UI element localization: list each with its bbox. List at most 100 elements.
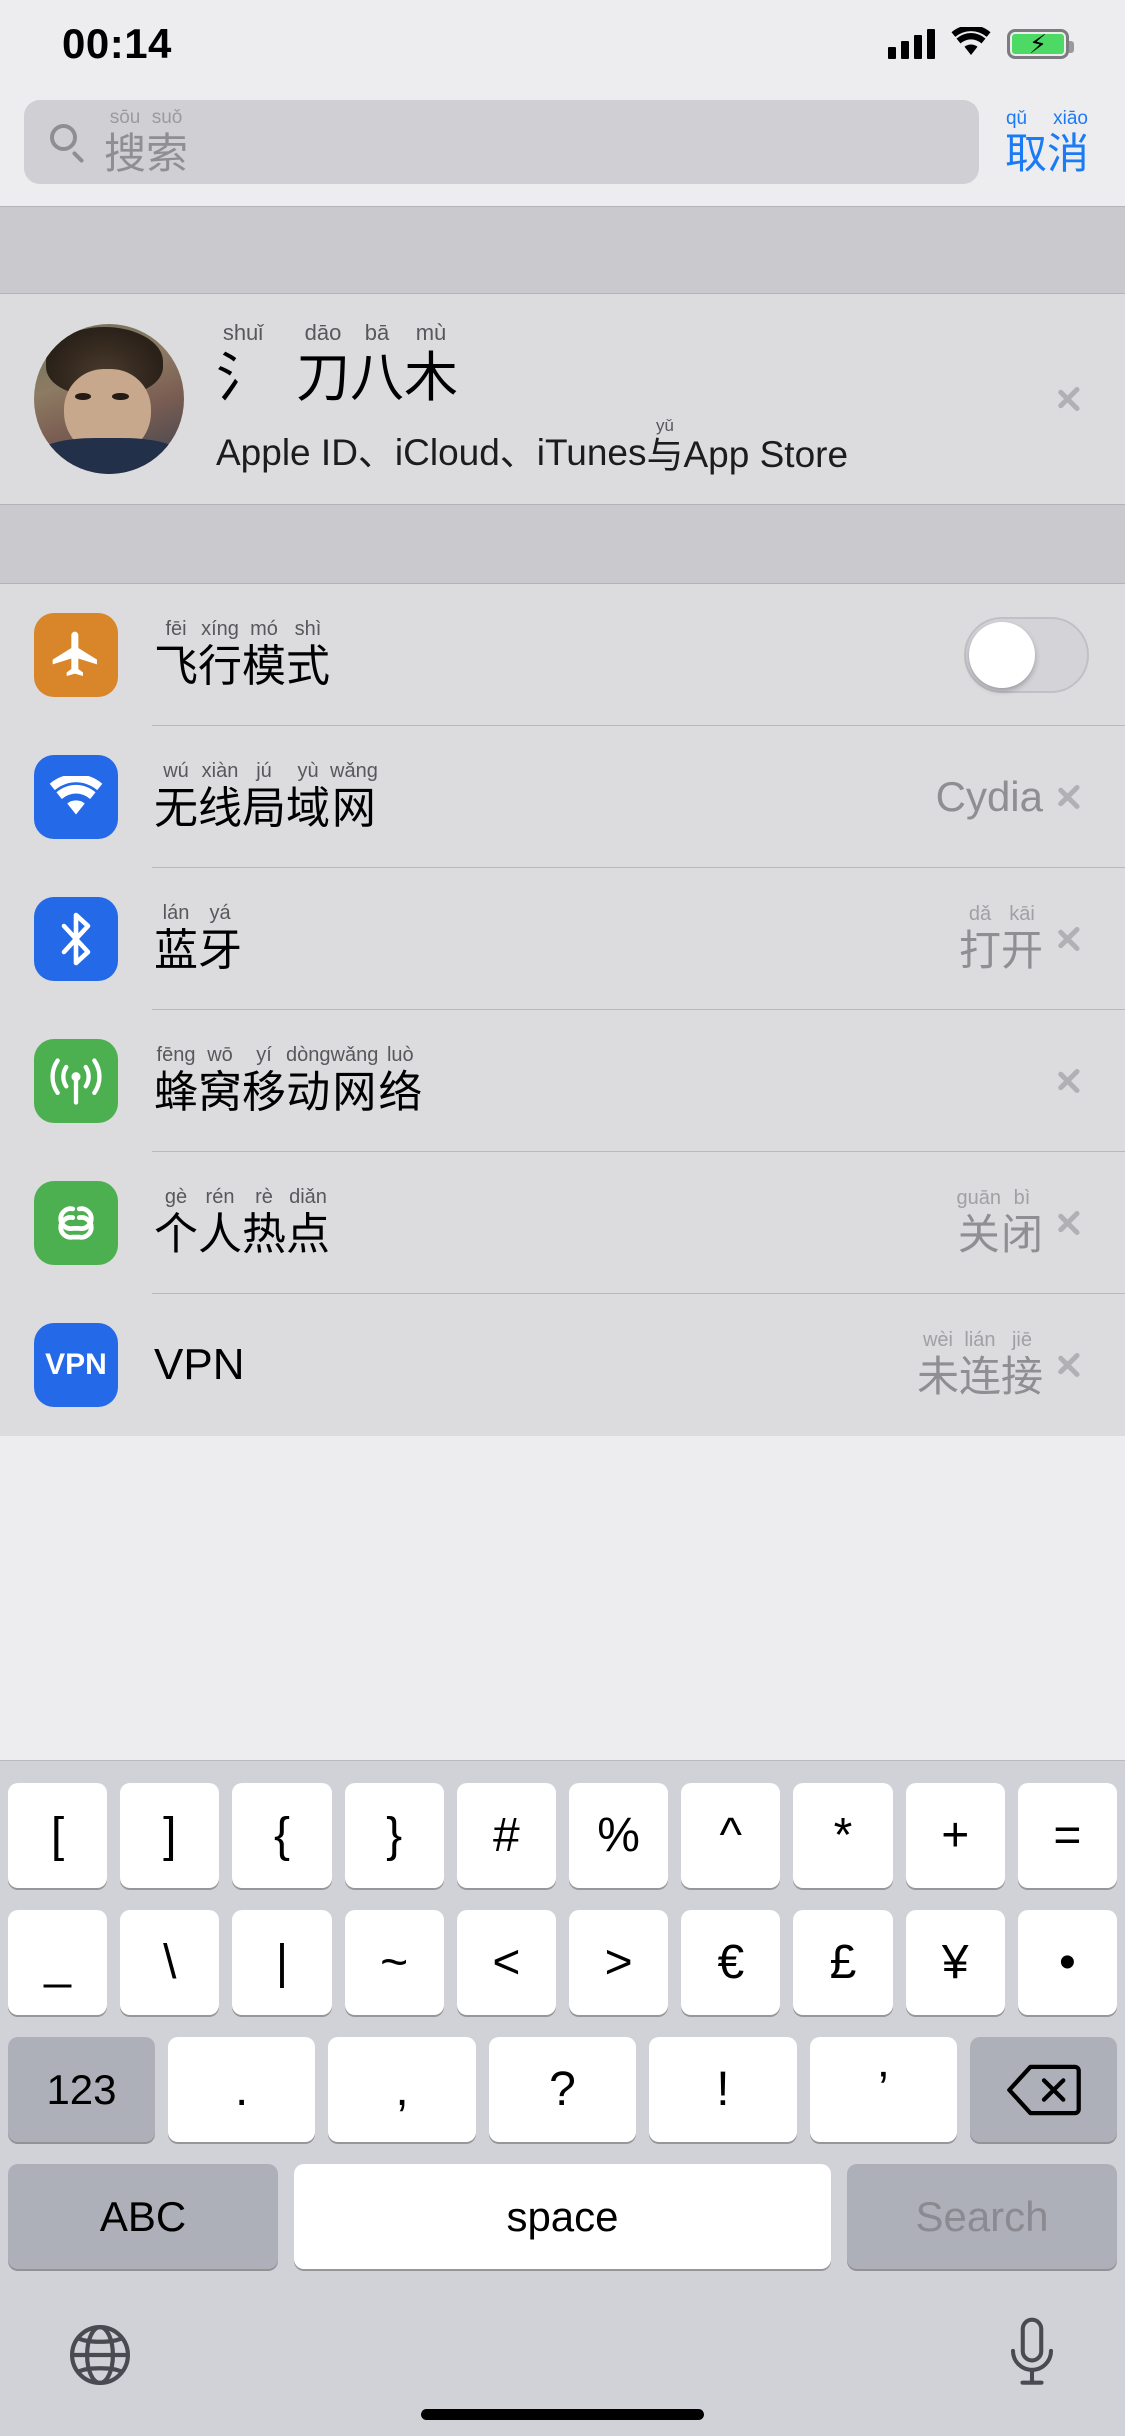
home-indicator[interactable] (421, 2409, 704, 2420)
status-bar-indicators: ⚡ (888, 24, 1074, 62)
symbol-keyboard: [ ] { } # % ^ * + = _ \ | ~ < > € £ ¥ • … (0, 1760, 1125, 2436)
key-pound[interactable]: £ (793, 1910, 893, 2015)
pinyin: sōu (109, 106, 141, 128)
hanzi: 网 (331, 783, 376, 833)
key-numeric-switch[interactable]: 123 (7, 2037, 155, 2142)
backspace-icon[interactable] (970, 2037, 1118, 2142)
hanzi: 连 (958, 1352, 1001, 1400)
cellular-bars-icon (888, 29, 935, 59)
cellular-antenna-icon (34, 1038, 118, 1123)
wifi-icon (34, 754, 118, 839)
chevron-right-icon (1055, 1342, 1081, 1388)
avatar (34, 323, 184, 474)
key-brace-left[interactable]: { (232, 1783, 332, 1888)
vpn-icon-text: VPN (45, 1347, 107, 1381)
pinyin: dǎ (968, 902, 992, 925)
key-underscore[interactable]: _ (7, 1910, 108, 2015)
key-abc-switch[interactable]: ABC (8, 2164, 278, 2269)
hanzi: 开 (1000, 926, 1043, 974)
hanzi: 个 (154, 1209, 198, 1259)
key-apostrophe[interactable]: ’ (809, 2037, 958, 2142)
key-plus[interactable]: + (905, 1783, 1005, 1888)
pinyin: shì (294, 617, 322, 640)
key-greater-than[interactable]: > (569, 1910, 669, 2015)
key-asterisk[interactable]: * (793, 1783, 893, 1888)
key-exclamation[interactable]: ! (649, 2037, 797, 2142)
vpn-icon: VPN (34, 1322, 118, 1407)
hanzi: 网 (332, 1067, 377, 1117)
keyboard-row-2: _ \ | ~ < > € £ ¥ • (0, 1910, 1125, 2015)
settings-row-vpn[interactable]: VPN VPN wèi 未 lián 连 jiē 接 (0, 1293, 1125, 1436)
vpn-status-value: wèi 未 lián 连 jiē 接 (917, 1330, 1043, 1399)
hanzi: 打 (958, 926, 1001, 974)
key-bracket-left[interactable]: [ (7, 1783, 108, 1888)
key-tilde[interactable]: ~ (344, 1910, 444, 2015)
key-backslash[interactable]: \ (120, 1910, 220, 2015)
cancel-button[interactable]: qǔ xiāo 取 消 (993, 109, 1101, 175)
hanzi: 式 (286, 641, 330, 691)
key-period[interactable]: . (167, 2037, 316, 2142)
status-bar: 00:14 ⚡ (0, 0, 1125, 88)
profile-row[interactable]: shuǐ 氵 dāo 刀 bā 八 mù 木 Apple ID、iCloud、i… (0, 294, 1125, 504)
globe-icon[interactable] (64, 2319, 136, 2396)
pinyin: mó (250, 617, 278, 640)
key-search[interactable]: Search (847, 2164, 1117, 2269)
hanzi: 氵 (216, 348, 270, 408)
settings-row-bluetooth[interactable]: lán 蓝 yá 牙 dǎ 打 kāi 开 (0, 867, 1125, 1010)
settings-row-label: fēi 飞 xíng 行 mó 模 shì 式 (154, 619, 964, 690)
key-space[interactable]: space (294, 2164, 831, 2269)
pinyin: gè (164, 1185, 188, 1208)
settings-row-wifi[interactable]: wú 无 xiàn 线 jú 局 yù 域 wǎng 网 Cydia (0, 725, 1125, 868)
hanzi: 点 (286, 1209, 330, 1259)
pinyin: fēng (156, 1043, 196, 1066)
key-equals[interactable]: = (1017, 1783, 1118, 1888)
key-euro[interactable]: € (681, 1910, 781, 2015)
settings-row-label: VPN (154, 1340, 917, 1390)
connectivity-section: fēi 飞 xíng 行 mó 模 shì 式 wú 无 xiàn 线 jú 局 yù 域 wǎ… (0, 583, 1125, 1436)
pinyin: jú (256, 759, 272, 782)
settings-row-cellular[interactable]: fēng 蜂 wō 窝 yí 移 dòng 动 wǎng 网 luò 络 (0, 1009, 1125, 1152)
key-comma[interactable]: , (328, 2037, 476, 2142)
settings-row-label: lán 蓝 yá 牙 (154, 903, 959, 974)
chevron-right-icon (1055, 376, 1081, 422)
key-percent[interactable]: % (569, 1783, 669, 1888)
keyboard-bottom-bar (0, 2291, 1125, 2409)
wifi-network-value: Cydia (936, 773, 1043, 821)
settings-row-airplane-mode[interactable]: fēi 飞 xíng 行 mó 模 shì 式 (0, 583, 1125, 726)
profile-subtitle-post: App Store (683, 433, 849, 475)
hanzi: 行 (198, 641, 242, 691)
key-bracket-right[interactable]: ] (120, 1783, 220, 1888)
airplane-icon (34, 612, 118, 697)
key-less-than[interactable]: < (456, 1910, 556, 2015)
hanzi: 无 (154, 783, 198, 833)
pinyin: wǎng (330, 1043, 379, 1066)
hanzi: 八 (350, 348, 404, 408)
wifi-icon (951, 24, 991, 62)
search-icon (50, 124, 86, 164)
pinyin: dòng (286, 1043, 331, 1066)
hanzi: 模 (242, 641, 286, 691)
key-hash[interactable]: # (456, 1783, 556, 1888)
settings-row-label: wú 无 xiàn 线 jú 局 yù 域 wǎng 网 (154, 761, 936, 832)
hanzi: 热 (242, 1209, 286, 1259)
pinyin: jiē (1011, 1328, 1032, 1351)
key-yen[interactable]: ¥ (905, 1910, 1005, 2015)
pinyin: lán (162, 901, 190, 924)
hanzi: 络 (378, 1067, 423, 1117)
hanzi: 蜂 (154, 1067, 198, 1117)
search-input[interactable]: sōu 搜 suǒ 索 (24, 100, 979, 184)
key-brace-right[interactable]: } (344, 1783, 444, 1888)
hanzi: 与 (646, 434, 684, 476)
settings-row-personal-hotspot[interactable]: gè 个 rén 人 rè 热 diǎn 点 guān 关 bì 闭 (0, 1151, 1125, 1294)
hanzi: 木 (404, 348, 458, 408)
key-question-mark[interactable]: ? (488, 2037, 637, 2142)
keyboard-row-1: [ ] { } # % ^ * + = (0, 1783, 1125, 1888)
chevron-right-icon (1055, 1200, 1081, 1246)
key-bullet[interactable]: • (1017, 1910, 1118, 2015)
microphone-icon[interactable] (1003, 2317, 1061, 2398)
airplane-mode-toggle[interactable] (964, 616, 1089, 693)
key-pipe[interactable]: | (232, 1910, 332, 2015)
pinyin: mù (415, 320, 447, 345)
hanzi: 接 (1000, 1352, 1043, 1400)
key-caret[interactable]: ^ (681, 1783, 781, 1888)
